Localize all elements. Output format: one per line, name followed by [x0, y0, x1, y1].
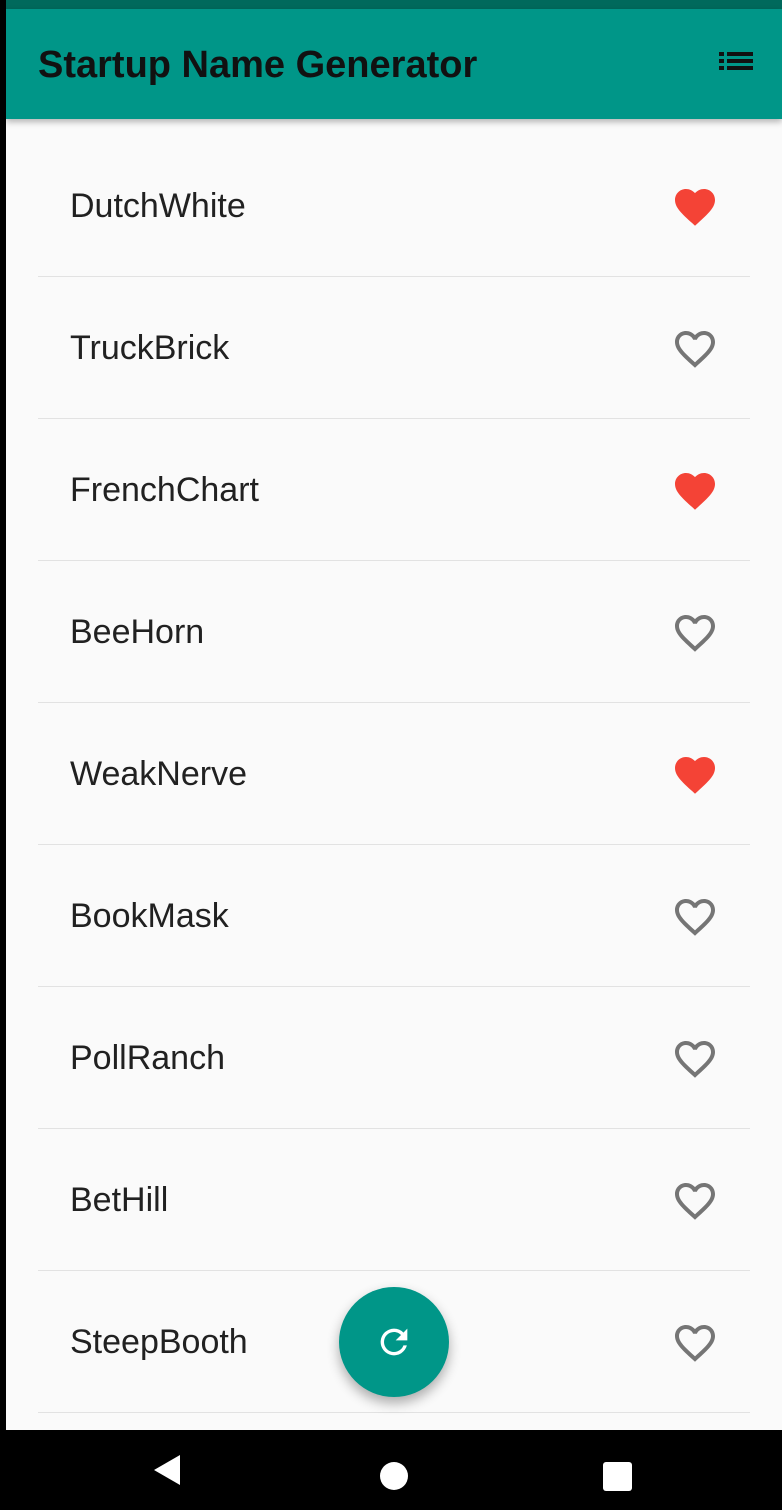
favorite-toggle[interactable]	[671, 183, 719, 227]
list-item[interactable]: FrenchChart	[38, 419, 750, 561]
startup-name-label: FrenchChart	[70, 471, 259, 509]
recents-icon	[603, 1462, 632, 1491]
heart-outline-icon	[675, 615, 715, 652]
list-item[interactable]: PollRanch	[38, 987, 750, 1129]
heart-outline-icon	[675, 331, 715, 368]
list-item[interactable]: TruckBrick	[38, 277, 750, 419]
startup-name-label: WeakNerve	[70, 755, 247, 793]
favorite-toggle[interactable]	[671, 467, 719, 511]
favorite-toggle[interactable]	[671, 325, 719, 369]
list-item[interactable]: WeakNerve	[38, 703, 750, 845]
device-frame: Startup Name Generator DutchWhite TruckBr…	[0, 0, 782, 1510]
system-nav-bar	[0, 1430, 782, 1510]
heart-filled-icon	[675, 757, 715, 794]
nav-recents-button[interactable]	[588, 1440, 648, 1500]
nav-home-button[interactable]	[364, 1440, 424, 1500]
refresh-button[interactable]	[339, 1287, 449, 1397]
list-item[interactable]: BetHill	[38, 1129, 750, 1271]
startup-name-label: BookMask	[70, 897, 229, 935]
favorite-toggle[interactable]	[671, 1035, 719, 1079]
app-bar: Startup Name Generator	[6, 9, 782, 119]
list-item[interactable]: DutchWhite	[38, 135, 750, 277]
nav-back-button[interactable]	[138, 1440, 198, 1500]
startup-name-label: BetHill	[70, 1181, 169, 1219]
startup-name-label: DutchWhite	[70, 187, 246, 225]
refresh-icon	[380, 1328, 408, 1356]
heart-filled-icon	[675, 189, 715, 226]
startup-name-label: PollRanch	[70, 1039, 225, 1077]
heart-outline-icon	[675, 1041, 715, 1078]
page-title: Startup Name Generator	[38, 44, 478, 86]
favorite-toggle[interactable]	[671, 609, 719, 653]
status-bar	[6, 0, 782, 9]
startup-name-label: TruckBrick	[70, 329, 230, 367]
startup-name-label: SteepBooth	[70, 1323, 248, 1361]
list-icon	[719, 52, 753, 70]
app-screen: Startup Name Generator DutchWhite TruckBr…	[6, 0, 782, 1430]
saved-list-button[interactable]	[709, 40, 757, 88]
back-icon	[154, 1455, 180, 1485]
heart-outline-icon	[675, 1325, 715, 1362]
home-icon	[380, 1462, 408, 1490]
heart-filled-icon	[675, 473, 715, 510]
favorite-toggle[interactable]	[671, 751, 719, 795]
heart-outline-icon	[675, 1183, 715, 1220]
list-item[interactable]: BookMask	[38, 845, 750, 987]
favorite-toggle[interactable]	[671, 1177, 719, 1221]
favorite-toggle[interactable]	[671, 1319, 719, 1363]
heart-outline-icon	[675, 899, 715, 936]
startup-name-list: DutchWhite TruckBrick FrenchChart BeeHorn We…	[38, 135, 750, 1413]
favorite-toggle[interactable]	[671, 893, 719, 937]
list-item[interactable]: BeeHorn	[38, 561, 750, 703]
startup-name-label: BeeHorn	[70, 613, 205, 651]
